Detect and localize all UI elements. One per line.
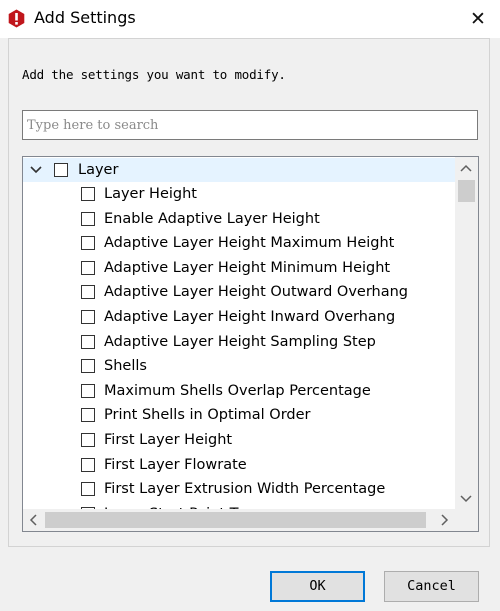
setting-checkbox[interactable]	[81, 482, 95, 497]
setting-checkbox[interactable]	[81, 359, 95, 374]
chevron-down-icon[interactable]	[29, 158, 43, 182]
tree-group-label: Layer	[78, 162, 119, 178]
setting-checkbox[interactable]	[81, 236, 95, 251]
setting-checkbox[interactable]	[81, 408, 95, 423]
tree-item[interactable]: Shells	[23, 354, 455, 378]
tree-item[interactable]: Adaptive Layer Height Outward Overhang	[23, 280, 455, 304]
setting-checkbox[interactable]	[81, 310, 95, 324]
vertical-scrollbar[interactable]	[455, 157, 478, 509]
setting-checkbox[interactable]	[81, 457, 95, 472]
tree-item[interactable]: Print Shells in Optimal Order	[23, 403, 455, 427]
title-bar: Add Settings ✕	[0, 0, 500, 38]
tree-item[interactable]: Maximum Shells Overlap Percentage	[23, 379, 455, 403]
setting-label: First Layer Flowrate	[104, 456, 247, 473]
scrollbar-corner	[455, 509, 478, 531]
setting-checkbox[interactable]	[81, 285, 95, 300]
setting-checkbox[interactable]	[81, 260, 95, 275]
scroll-up-icon[interactable]	[459, 162, 473, 176]
cancel-button[interactable]: Cancel	[384, 571, 479, 602]
tree-item[interactable]: Enable Adaptive Layer Height	[23, 207, 455, 231]
tree-item[interactable]: Adaptive Layer Height Inward Overhang	[23, 305, 455, 329]
vertical-scroll-thumb[interactable]	[458, 180, 475, 202]
tree-item[interactable]: Adaptive Layer Height Maximum Height	[23, 231, 455, 255]
window-title: Add Settings	[34, 8, 136, 27]
setting-label: Adaptive Layer Height Minimum Height	[104, 259, 391, 276]
setting-label: Adaptive Layer Height Sampling Step	[104, 333, 376, 350]
app-icon	[8, 9, 25, 28]
setting-label: Adaptive Layer Height Maximum Height	[104, 235, 395, 252]
close-icon[interactable]: ✕	[456, 0, 500, 38]
tree-item[interactable]: First Layer Flowrate	[23, 453, 455, 477]
settings-tree: Layer Layer Height Enable Adaptive Layer …	[22, 156, 479, 532]
ok-button[interactable]: OK	[270, 571, 365, 602]
tree-item[interactable]: Layer Height	[23, 182, 455, 206]
setting-label: Adaptive Layer Height Inward Overhang	[104, 309, 396, 325]
tree-item[interactable]: Adaptive Layer Height Minimum Height	[23, 256, 455, 280]
tree-group-layer[interactable]: Layer	[23, 158, 455, 182]
scroll-down-icon[interactable]	[459, 491, 473, 505]
layer-checkbox[interactable]	[54, 163, 68, 177]
setting-label: Adaptive Layer Height Outward Overhang	[104, 284, 409, 301]
instructions-text: Add the settings you want to modify.	[22, 67, 286, 82]
horizontal-scrollbar[interactable]	[23, 509, 455, 531]
setting-checkbox[interactable]	[81, 383, 95, 398]
setting-label: First Layer Height	[104, 432, 233, 448]
search-input[interactable]	[22, 110, 478, 140]
setting-checkbox[interactable]	[81, 211, 95, 226]
setting-label: Shells	[104, 358, 147, 375]
setting-label: Layer Height	[104, 186, 197, 202]
scroll-left-icon[interactable]	[27, 513, 41, 527]
setting-checkbox[interactable]	[81, 433, 95, 447]
tree-item[interactable]: First Layer Extrusion Width Percentage	[23, 477, 455, 501]
tree-viewport: Layer Layer Height Enable Adaptive Layer …	[23, 157, 455, 509]
setting-label: Layer Start Point Type	[104, 502, 263, 509]
setting-label: Enable Adaptive Layer Height	[104, 210, 320, 227]
setting-label: First Layer Extrusion Width Percentage	[104, 481, 386, 498]
setting-checkbox[interactable]	[81, 334, 95, 349]
tree-item[interactable]: First Layer Height	[23, 428, 455, 452]
setting-checkbox[interactable]	[81, 187, 95, 201]
setting-label: Print Shells in Optimal Order	[104, 407, 311, 424]
scroll-right-icon[interactable]	[437, 513, 451, 527]
tree-item[interactable]: Adaptive Layer Height Sampling Step	[23, 330, 455, 354]
setting-label: Maximum Shells Overlap Percentage	[104, 382, 371, 399]
tree-item[interactable]: Layer Start Point Type	[23, 502, 455, 509]
horizontal-scroll-thumb[interactable]	[45, 512, 426, 528]
